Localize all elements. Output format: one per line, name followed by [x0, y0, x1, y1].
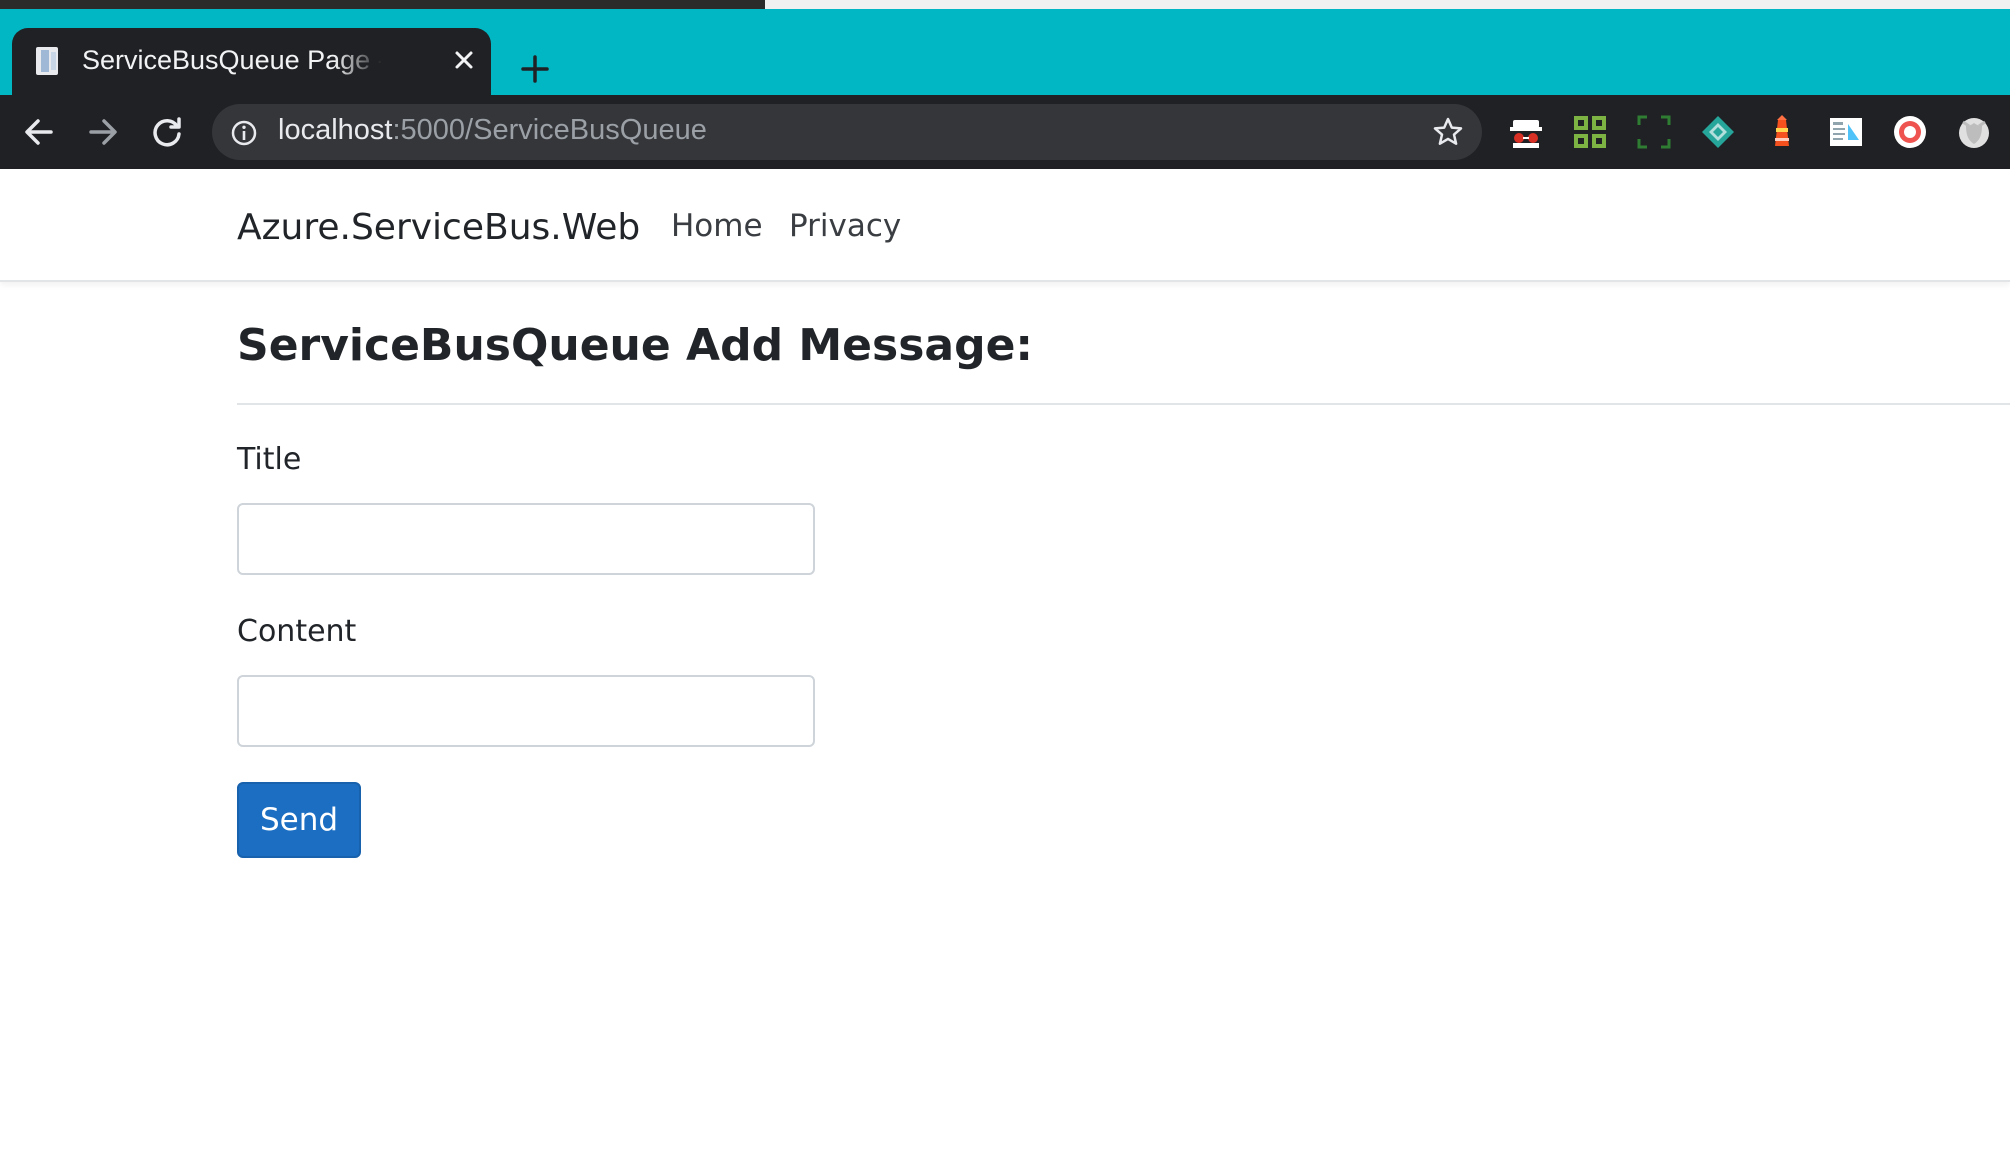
tab-title: ServiceBusQueue Page - Azure.ServiceBus.…	[82, 45, 382, 75]
browser-toolbar: localhost:5000/ServiceBusQueue	[0, 95, 2010, 169]
page-favicon-icon	[36, 47, 58, 75]
url-path: :5000/ServiceBusQueue	[392, 114, 707, 146]
reader-icon[interactable]	[1828, 114, 1864, 150]
tab-bar: ServiceBusQueue Page - Azure.ServiceBus.…	[0, 9, 2010, 95]
shield-icon[interactable]	[1956, 114, 1992, 150]
diamond-extension-icon[interactable]	[1700, 114, 1736, 150]
site-brand-link[interactable]: Azure.ServiceBus.Web	[237, 207, 640, 248]
url-host: localhost	[278, 114, 393, 146]
content-input[interactable]	[237, 675, 815, 747]
new-tab-icon[interactable]	[520, 54, 550, 84]
record-icon[interactable]	[1892, 114, 1928, 150]
content-label: Content	[237, 614, 357, 649]
send-button[interactable]: Send	[237, 782, 361, 858]
site-info-icon[interactable]	[230, 119, 258, 147]
bookmark-star-icon[interactable]	[1432, 116, 1464, 148]
divider	[237, 403, 2010, 405]
title-input[interactable]	[237, 503, 815, 575]
lighthouse-icon[interactable]	[1764, 114, 1800, 150]
forward-icon[interactable]	[84, 113, 122, 151]
nav-link-privacy[interactable]: Privacy	[789, 208, 901, 244]
incognito-icon[interactable]	[1508, 114, 1544, 150]
site-navbar: Azure.ServiceBus.Web Home Privacy	[0, 169, 2010, 282]
reload-icon[interactable]	[148, 113, 186, 151]
nav-link-home[interactable]: Home	[671, 208, 763, 244]
title-label: Title	[237, 442, 302, 477]
close-tab-icon[interactable]	[452, 48, 476, 72]
url-text: localhost:5000/ServiceBusQueue	[278, 114, 707, 147]
back-icon[interactable]	[20, 113, 58, 151]
page-title: ServiceBusQueue Add Message:	[237, 320, 1034, 371]
qr-code-icon[interactable]	[1572, 114, 1608, 150]
screenshot-icon[interactable]	[1636, 114, 1672, 150]
browser-tab[interactable]: ServiceBusQueue Page - Azure.ServiceBus.…	[12, 28, 491, 95]
window-top-strip	[0, 0, 2010, 9]
address-bar[interactable]: localhost:5000/ServiceBusQueue	[212, 104, 1482, 160]
